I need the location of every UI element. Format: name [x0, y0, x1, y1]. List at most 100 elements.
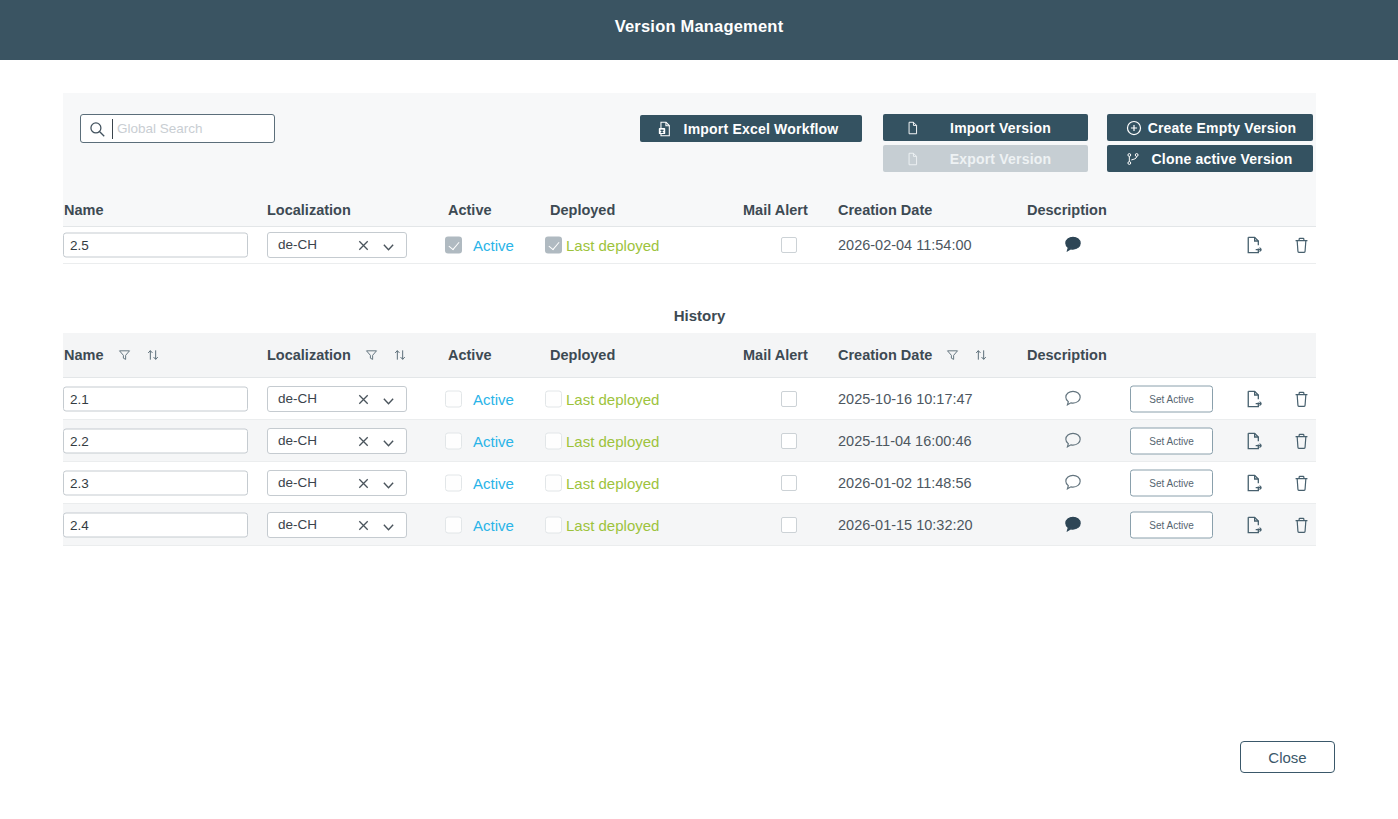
clear-icon[interactable]	[356, 476, 371, 491]
deployed-label: Last deployed	[566, 516, 659, 533]
mail-alert-checkbox[interactable]	[781, 475, 797, 491]
delete-icon[interactable]	[1292, 515, 1311, 534]
active-checkbox[interactable]	[445, 474, 462, 491]
localization-select[interactable]: de-CH	[267, 232, 407, 258]
import-version-button[interactable]: Import Version	[883, 114, 1088, 141]
clear-icon[interactable]	[356, 392, 371, 407]
filter-icon[interactable]	[945, 348, 960, 363]
sort-icon[interactable]	[145, 347, 161, 363]
export-icon[interactable]	[1243, 514, 1264, 535]
mail-alert-checkbox[interactable]	[781, 433, 797, 449]
export-icon[interactable]	[1243, 235, 1264, 256]
clear-icon[interactable]	[356, 434, 371, 449]
filter-icon[interactable]	[117, 348, 132, 363]
localization-select[interactable]: de-CH	[267, 512, 407, 538]
column-header-deployed: Deployed	[550, 347, 615, 363]
deployed-checkbox[interactable]	[545, 390, 562, 407]
clone-active-version-label: Clone active Version	[1152, 151, 1293, 167]
chevron-down-icon[interactable]	[382, 521, 395, 533]
localization-value: de-CH	[278, 237, 317, 252]
text-cursor	[112, 119, 113, 139]
sort-icon[interactable]	[392, 347, 408, 363]
active-checkbox[interactable]	[445, 237, 462, 254]
column-header-localization: Localization	[267, 202, 351, 218]
export-version-label: Export Version	[950, 151, 1052, 167]
chevron-down-icon[interactable]	[382, 241, 395, 253]
deployed-checkbox[interactable]	[545, 474, 562, 491]
main-table-header: Name Localization Active Deployed Mail A…	[63, 193, 1316, 227]
creation-date: 2025-10-16 10:17:47	[838, 391, 973, 407]
mail-alert-checkbox[interactable]	[781, 237, 797, 253]
version-name-input[interactable]	[63, 428, 248, 453]
active-label: Active	[473, 516, 514, 533]
active-label: Active	[473, 432, 514, 449]
mail-alert-checkbox[interactable]	[781, 517, 797, 533]
creation-date: 2026-01-15 10:32:20	[838, 517, 973, 533]
active-checkbox[interactable]	[445, 516, 462, 533]
export-icon[interactable]	[1243, 472, 1264, 493]
chevron-down-icon[interactable]	[382, 395, 395, 407]
delete-icon[interactable]	[1292, 473, 1311, 492]
file-icon	[905, 151, 920, 166]
description-icon[interactable]	[1063, 388, 1084, 409]
clear-icon[interactable]	[356, 518, 371, 533]
deployed-checkbox[interactable]	[545, 516, 562, 533]
clear-icon[interactable]	[356, 238, 371, 253]
chevron-down-icon[interactable]	[382, 437, 395, 449]
delete-icon[interactable]	[1292, 389, 1311, 408]
clone-active-version-button[interactable]: Clone active Version	[1107, 145, 1313, 172]
import-excel-workflow-button[interactable]: Import Excel Workflow	[640, 115, 862, 142]
history-title: History	[73, 307, 1326, 324]
version-name-input[interactable]	[63, 512, 248, 537]
localization-value: de-CH	[278, 391, 317, 406]
history-section-header: History	[63, 264, 1316, 333]
delete-icon[interactable]	[1292, 236, 1311, 255]
description-icon[interactable]	[1063, 235, 1084, 256]
column-header-name: Name	[64, 347, 161, 363]
export-icon[interactable]	[1243, 430, 1264, 451]
export-icon[interactable]	[1243, 388, 1264, 409]
deployed-checkbox[interactable]	[545, 237, 562, 254]
column-header-description: Description	[1027, 347, 1107, 363]
global-search-input[interactable]	[117, 116, 267, 141]
deployed-label: Last deployed	[566, 432, 659, 449]
create-empty-version-button[interactable]: Create Empty Version	[1107, 114, 1313, 141]
localization-value: de-CH	[278, 433, 317, 448]
sort-icon[interactable]	[973, 347, 989, 363]
description-icon[interactable]	[1063, 430, 1084, 451]
import-version-label: Import Version	[950, 120, 1051, 136]
localization-select[interactable]: de-CH	[267, 386, 407, 412]
localization-select[interactable]: de-CH	[267, 470, 407, 496]
version-name-input[interactable]	[63, 386, 248, 411]
description-icon[interactable]	[1063, 514, 1084, 535]
chevron-down-icon[interactable]	[382, 479, 395, 491]
branch-icon	[1125, 151, 1141, 167]
set-active-button[interactable]: Set Active	[1130, 385, 1213, 412]
filter-icon[interactable]	[364, 348, 379, 363]
close-button[interactable]: Close	[1240, 741, 1335, 773]
version-name-input[interactable]	[63, 470, 248, 495]
active-checkbox[interactable]	[445, 432, 462, 449]
global-search-box[interactable]	[80, 114, 275, 143]
deployed-label: Last deployed	[566, 474, 659, 491]
current-version-row: de-CH Active Last deployed 2026-02-04 11…	[63, 227, 1316, 264]
history-table-header: Name Localization Active Deployed Mail A…	[63, 333, 1316, 378]
mail-alert-checkbox[interactable]	[781, 391, 797, 407]
delete-icon[interactable]	[1292, 431, 1311, 450]
export-version-button: Export Version	[883, 145, 1088, 172]
version-name-input[interactable]	[63, 233, 248, 258]
localization-value: de-CH	[278, 517, 317, 532]
history-row: de-CH Active Last deployed 2026-01-02 11…	[63, 462, 1316, 504]
localization-value: de-CH	[278, 475, 317, 490]
localization-select[interactable]: de-CH	[267, 428, 407, 454]
description-icon[interactable]	[1063, 472, 1084, 493]
set-active-button[interactable]: Set Active	[1130, 511, 1213, 538]
create-empty-version-label: Create Empty Version	[1148, 120, 1297, 136]
active-label: Active	[473, 237, 514, 254]
active-checkbox[interactable]	[445, 390, 462, 407]
set-active-button[interactable]: Set Active	[1130, 427, 1213, 454]
set-active-button[interactable]: Set Active	[1130, 469, 1213, 496]
deployed-checkbox[interactable]	[545, 432, 562, 449]
active-label: Active	[473, 390, 514, 407]
column-header-deployed: Deployed	[550, 202, 615, 218]
